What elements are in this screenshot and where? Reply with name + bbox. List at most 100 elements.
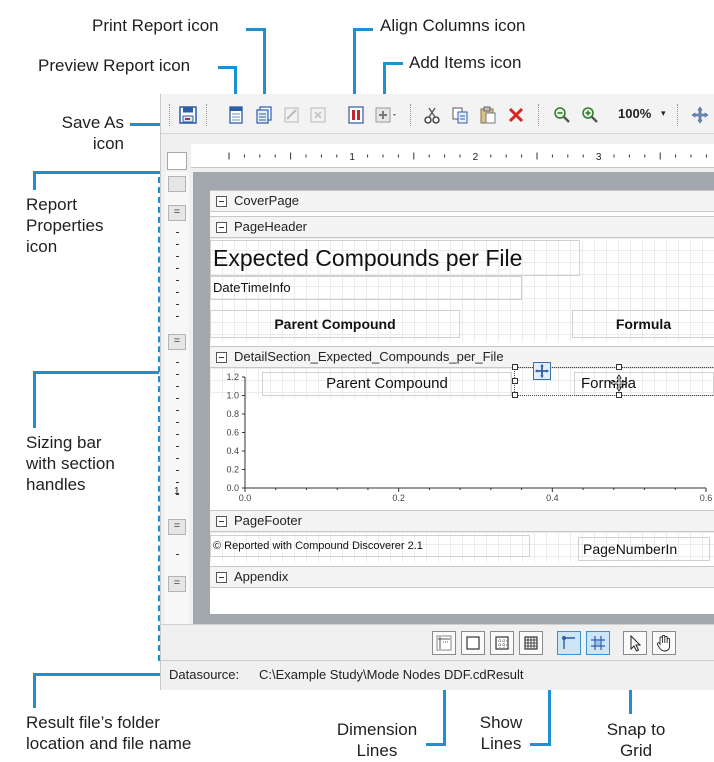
section-detail-label: DetailSection_Expected_Compounds_per_Fil…	[234, 349, 504, 364]
report-title-field[interactable]: Expected Compounds per File	[210, 240, 580, 276]
callout-sizing-bar-line1: Sizing bar	[26, 433, 102, 452]
show-dotted-lines-button[interactable]	[490, 631, 514, 655]
ruler-tick	[176, 482, 179, 483]
callout-print-report: Print Report icon	[92, 16, 219, 35]
ruler-tick	[176, 268, 179, 269]
section-detail[interactable]: DetailSection_Expected_Compounds_per_Fil…	[210, 346, 714, 368]
preview-report-icon[interactable]	[255, 106, 273, 124]
report-properties-icon[interactable]	[167, 152, 187, 170]
pointer-tool-button[interactable]	[623, 631, 647, 655]
cut-icon[interactable]	[423, 106, 441, 124]
pagefooter-body: © Reported with Compound Discoverer 2.1 …	[210, 532, 714, 562]
collapse-icon[interactable]	[216, 196, 227, 207]
y-tick-label: 0.0	[226, 483, 239, 493]
datasource-path: C:\Example Study\Mode Nodes DDF.cdResult	[259, 667, 524, 682]
y-tick-label: 0.6	[226, 428, 239, 438]
callout-result-file-line2: location and file name	[26, 734, 192, 753]
ruler-tick	[176, 458, 179, 459]
hand-tool-button[interactable]	[652, 631, 676, 655]
section-appendix[interactable]: Appendix	[210, 566, 714, 588]
y-tick-label: 1.2	[226, 372, 239, 382]
ruler-tick	[176, 280, 179, 281]
collapse-icon[interactable]	[216, 572, 227, 583]
x-tick-label: 0.4	[546, 493, 559, 503]
section-handle[interactable]: =	[168, 519, 186, 535]
callout-snap-to-grid-line2: Grid	[619, 741, 653, 760]
y-tick-label: 0.2	[226, 465, 239, 475]
zoom-out-icon[interactable]	[553, 106, 571, 124]
callout-dimension-lines: Dimension Lines	[330, 719, 424, 761]
ruler-tick	[176, 446, 179, 447]
leader-result-v	[33, 673, 36, 708]
section-pagefooter[interactable]: PageFooter	[210, 510, 714, 532]
leader-add-items-h	[383, 62, 403, 65]
section-handle[interactable]	[168, 176, 186, 192]
zoom-level[interactable]: 100%	[618, 106, 651, 121]
show-border-button[interactable]	[461, 631, 485, 655]
column-header-parent[interactable]: Parent Compound	[210, 310, 460, 338]
ruler-svg: 1 2 3	[228, 152, 707, 163]
toolbar-grip	[169, 104, 170, 126]
datasource-label: Datasource:	[169, 667, 240, 682]
zoom-in-icon[interactable]	[581, 106, 599, 124]
dimension-lines-button[interactable]	[432, 631, 456, 655]
collapse-icon[interactable]	[216, 352, 227, 363]
section-pageheader-label: PageHeader	[234, 219, 307, 234]
collapse-icon[interactable]	[216, 222, 227, 233]
ruler-tick	[176, 374, 179, 375]
show-lines-button[interactable]	[519, 631, 543, 655]
report-page: CoverPage PageHeader Expected Compounds …	[210, 190, 714, 614]
section-pageheader[interactable]: PageHeader	[210, 216, 714, 238]
callout-preview-report: Preview Report icon	[38, 56, 191, 75]
datetime-field[interactable]: DateTimeInfo	[210, 276, 522, 300]
section-handle[interactable]: =	[168, 576, 186, 592]
zoom-dropdown-arrow[interactable]: ▾	[661, 108, 666, 119]
align-columns-icon[interactable]	[347, 106, 365, 124]
callout-result-file-line1: Result file’s folder	[26, 713, 160, 732]
x-tick-label: 0.0	[239, 493, 252, 503]
leader-align-columns-v	[353, 28, 356, 104]
section-handle[interactable]: =	[168, 205, 186, 221]
snap-to-grid-button[interactable]	[586, 631, 610, 655]
leader-sizing-v	[33, 371, 36, 428]
callout-snap-to-grid-line1: Snap to	[606, 720, 666, 739]
callout-show-lines-line2: Lines	[480, 734, 522, 753]
copyright-field[interactable]: © Reported with Compound Discoverer 2.1	[210, 535, 530, 557]
callout-snap-to-grid: Snap to Grid	[604, 719, 668, 761]
print-report-icon[interactable]	[227, 106, 245, 124]
y-tick-label: 0.4	[226, 446, 239, 456]
snap-lines-button[interactable]	[557, 631, 581, 655]
section-handle[interactable]: =	[168, 334, 186, 350]
callout-sizing-bar-line2: with section	[26, 454, 115, 473]
callout-show-lines-line1: Show	[479, 713, 523, 732]
callout-add-items: Add Items icon	[409, 53, 522, 72]
pageheader-body: Expected Compounds per File DateTimeInfo…	[210, 238, 714, 342]
save-as-icon[interactable]	[179, 106, 197, 124]
callout-dimension-lines-line2: Lines	[356, 741, 398, 760]
copy-icon[interactable]	[451, 106, 469, 124]
callout-align-columns: Align Columns icon	[380, 16, 526, 35]
design-canvas: CoverPage PageHeader Expected Compounds …	[193, 172, 714, 624]
toolbar: 100% ▾	[161, 94, 714, 134]
leader-align-columns-h	[353, 28, 373, 31]
leader-report-props-v	[33, 171, 36, 190]
ruler-tick	[176, 410, 179, 411]
collapse-icon[interactable]	[216, 516, 227, 527]
paste-icon[interactable]	[479, 106, 497, 124]
callout-report-properties: Report Properties icon	[26, 194, 103, 257]
section-pagefooter-label: PageFooter	[234, 513, 302, 528]
pan-icon[interactable]	[691, 106, 709, 124]
y-tick-label: 0.8	[226, 409, 239, 419]
page-number-field[interactable]: PageNumberIn	[578, 537, 710, 561]
ruler-number: 1	[174, 486, 180, 497]
add-items-icon[interactable]	[375, 106, 399, 124]
delete-icon[interactable]	[507, 106, 525, 124]
ruler-tick	[176, 434, 179, 435]
ruler-tick	[176, 304, 179, 305]
status-bar: Datasource: C:\Example Study\Mode Nodes …	[161, 660, 714, 690]
callout-save-as-line1: Save As	[61, 113, 124, 132]
column-header-formula[interactable]: Formula	[572, 310, 714, 338]
chart-placeholder[interactable]: 0.0 0.2 0.4 0.6 0.8 1.0 1.2 0.0 0.2 0.4 0.6	[210, 370, 714, 505]
section-coverpage-label: CoverPage	[234, 193, 300, 208]
section-coverpage[interactable]: CoverPage	[210, 190, 714, 212]
